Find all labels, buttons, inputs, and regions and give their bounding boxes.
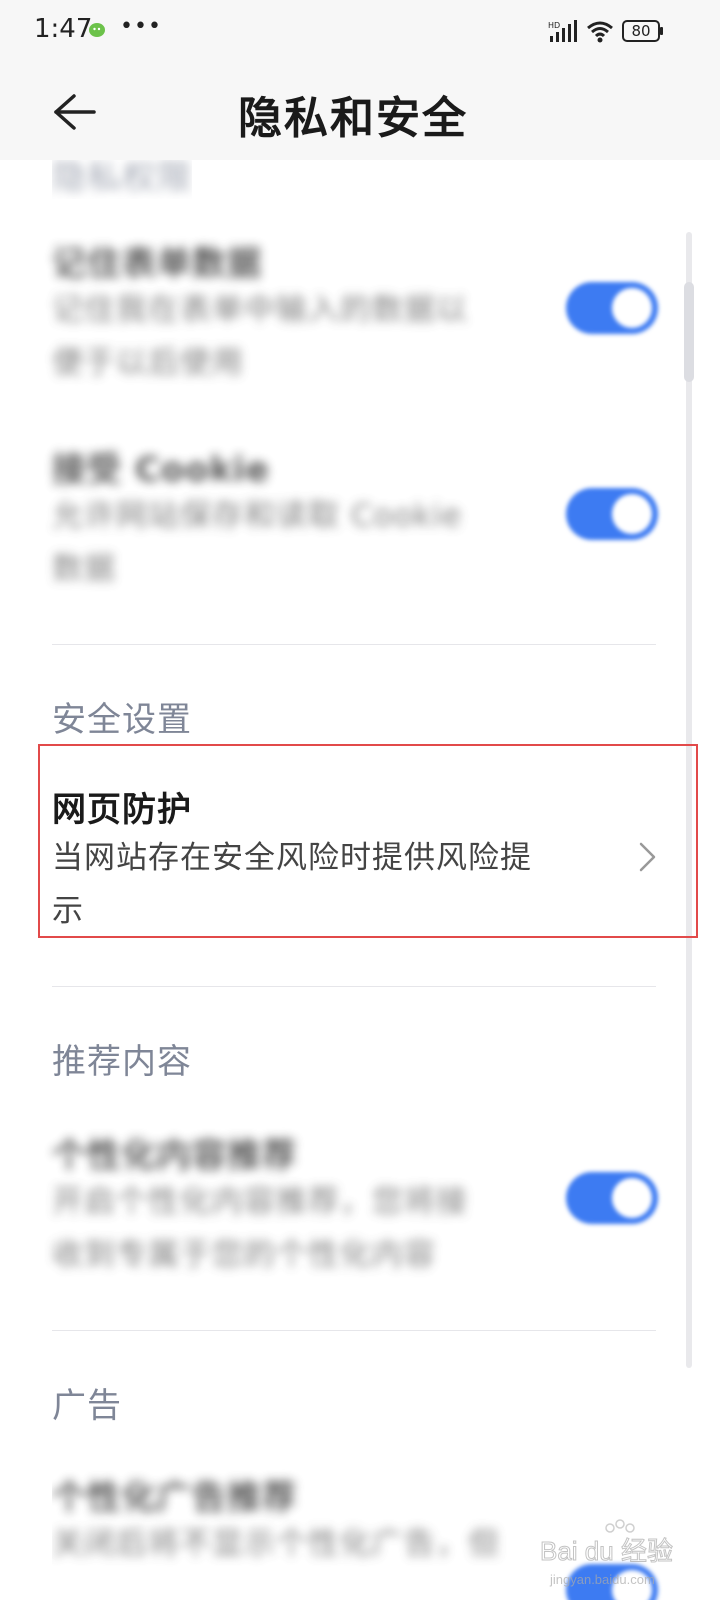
row-description: 允许网站保存和读取 Cookie 数据 [52,498,463,587]
highlight-annotation-box [38,744,698,938]
baidu-jingyan-watermark: Bai du 经验 jingyan.baidu.com [540,1518,710,1592]
top-app-bar: 隐私和安全 [0,64,720,160]
battery-icon: 80 [622,20,663,42]
row-title: 个性化内容推荐 [52,1136,297,1176]
section-title-ads: 广告 [52,1386,122,1426]
divider [52,644,656,645]
row-title: 接受 Cookie [52,450,270,490]
row-description: 开启个性化内容推荐，您将接 收到专属于您的个性化内容 [52,1184,468,1273]
status-time: 1:47 [34,14,93,44]
wechat-icon [89,23,105,37]
page-title: 隐私和安全 [238,93,468,144]
toggle-knob [612,494,652,534]
form-data-toggle[interactable] [566,282,658,334]
settings-row-cookie[interactable]: 接受 Cookie 允许网站保存和读取 Cookie 数据 [52,438,692,588]
hd-label: HD [548,21,560,30]
divider [52,1330,656,1331]
wifi-icon [587,21,613,43]
battery-level: 80 [631,22,651,40]
watermark-url: jingyan.baidu.com [549,1572,655,1587]
settings-row-personalized-content[interactable]: 个性化内容推荐 开启个性化内容推荐，您将接 收到专属于您的个性化内容 [52,1124,692,1274]
divider [52,986,656,987]
watermark-brand: Bai du 经验 [540,1536,673,1566]
row-title: 记住表单数据 [52,244,262,284]
status-bar: 1:47 ••• HD 80 [0,0,720,64]
row-description: 记住我在表单中输入的数据以 便于以后使用 [52,292,468,381]
row-description: 关闭后将不显示个性化广告，但 [52,1526,500,1562]
more-notifications-icon: ••• [120,14,162,39]
row-title: 个性化广告推荐 [52,1478,297,1518]
section-title-security: 安全设置 [52,700,192,740]
settings-row-form-data[interactable]: 记住表单数据 记住我在表单中输入的数据以 便于以后使用 [52,232,692,382]
cookie-toggle[interactable] [566,488,658,540]
toggle-knob [612,1178,652,1218]
section-title-recommend: 推荐内容 [52,1042,192,1082]
personalized-content-toggle[interactable] [566,1172,658,1224]
signal-icon: HD [548,20,577,42]
toggle-knob [612,288,652,328]
